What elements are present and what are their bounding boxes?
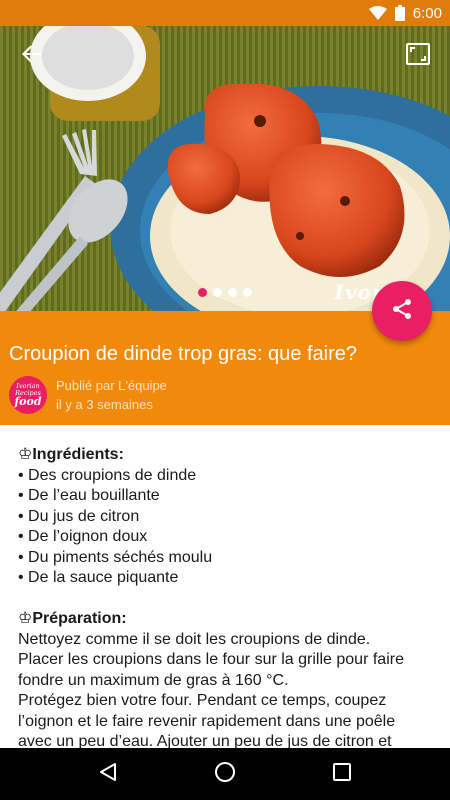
author-logo: Ivorian Recipes food [9, 376, 47, 414]
hero-image[interactable]: Ivori [0, 26, 450, 311]
triangle-back-icon [98, 762, 118, 787]
list-item: • Des croupions de dinde [18, 466, 197, 484]
carousel-indicator [198, 288, 252, 297]
ingredients-list: • Des croupions de dinde • De l’eau boui… [18, 466, 432, 589]
list-item: • Du piments séchés moulu [18, 548, 213, 566]
share-button[interactable] [372, 281, 432, 341]
share-icon [390, 297, 414, 326]
carousel-dot[interactable] [228, 288, 237, 297]
arrow-back-icon [21, 43, 43, 70]
carousel-dot[interactable] [198, 288, 207, 297]
article-meta: Publié par L'équipe il y a 3 semaines [56, 376, 167, 414]
text-line: avec un peu d’eau. Ajouter un peu de jus… [18, 733, 392, 748]
list-item: • De l’eau bouillante [18, 487, 160, 504]
fullscreen-button[interactable] [396, 34, 440, 78]
system-nav-bar [0, 748, 450, 800]
wifi-icon [368, 6, 387, 20]
status-time: 6:00 [412, 4, 442, 22]
author-label: Publié par L'équipe [56, 378, 167, 393]
nav-home-button[interactable] [201, 750, 249, 798]
text-line: Nettoyez comme il se doit les croupions … [18, 630, 371, 648]
circle-home-icon [214, 761, 236, 788]
text-line: l’oignon et le faire revenir rapidement … [18, 712, 396, 730]
text-line: fondre un maximum de gras à 160 °C. [18, 671, 289, 689]
date-label: il y a 3 semaines [56, 397, 153, 412]
preparation-heading: ♔Préparation: [18, 610, 127, 627]
list-item: • Du jus de citron [18, 507, 140, 525]
list-item: • De la sauce piquante [18, 569, 179, 586]
food-photo [0, 26, 450, 311]
battery-icon [394, 5, 405, 21]
carousel-dot[interactable] [213, 288, 222, 297]
nav-back-button[interactable] [84, 750, 132, 798]
fullscreen-icon [406, 42, 430, 70]
article-title: Croupion de dinde trop gras: que faire? [9, 343, 358, 365]
author-row: Ivorian Recipes food Publié par L'équipe… [9, 376, 440, 414]
ingredients-heading: ♔Ingrédients: [18, 446, 124, 463]
list-item: • De l’oignon doux [18, 528, 148, 545]
text-line: Placer les croupions dans le four sur la… [18, 651, 404, 668]
nav-recents-button[interactable] [318, 750, 366, 798]
text-line: Protégez bien votre four. Pendant ce tem… [18, 692, 387, 709]
carousel-dot[interactable] [243, 288, 252, 297]
recipe-content[interactable]: ♔Ingrédients: • Des croupions de dinde •… [0, 425, 450, 748]
back-button[interactable] [10, 34, 54, 78]
preparation-text: Nettoyez comme il se doit les croupions … [18, 630, 432, 749]
status-bar: 6:00 [0, 0, 450, 26]
square-recents-icon [332, 762, 351, 786]
